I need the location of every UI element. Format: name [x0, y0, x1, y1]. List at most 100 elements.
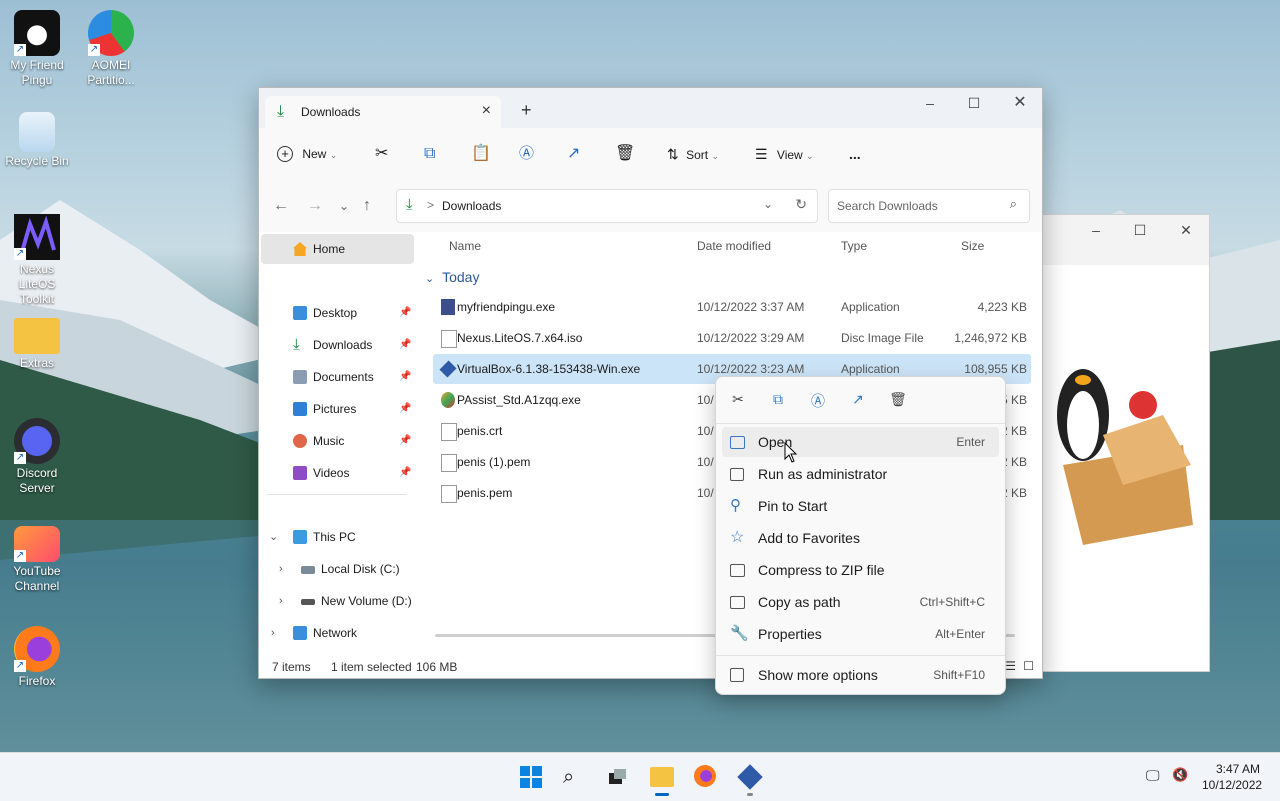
pin-icon: 📌 — [399, 435, 412, 446]
nav-item-pictures[interactable]: Pictures 📌 — [259, 394, 415, 424]
tiles-view-icon[interactable]: ☐ — [1023, 659, 1034, 673]
group-header-today[interactable]: ⌄ Today — [425, 269, 479, 285]
sort-button[interactable]: ⇅ Sort ⌄ — [667, 142, 719, 166]
documents-icon — [293, 370, 307, 384]
back-arrow-icon[interactable]: ← — [273, 197, 289, 215]
recent-locations-chevron-icon[interactable]: ⌄ — [339, 199, 349, 213]
menu-item-run-as-administrator[interactable]: Run as administrator — [722, 459, 999, 489]
nav-item-local-disk-c[interactable]: › Local Disk (C:) — [259, 554, 415, 584]
delete-icon[interactable]: 🗑 — [888, 391, 908, 411]
desktop-icon-discord-server[interactable]: ↗ Discord Server — [2, 418, 72, 496]
nav-item-music[interactable]: Music 📌 — [259, 426, 415, 456]
new-button[interactable]: + New ⌄ — [277, 142, 337, 166]
menu-item-open[interactable]: Open Enter — [722, 427, 999, 457]
close-icon[interactable]: ✕ — [1163, 215, 1209, 245]
nav-item-network[interactable]: › Network — [259, 618, 415, 648]
file-icon — [441, 485, 457, 503]
breadcrumb-downloads[interactable]: Downloads — [442, 199, 501, 213]
copy-icon[interactable]: ⧉ — [424, 142, 435, 166]
address-bar[interactable]: ⤓ > Downloads ⌄ ↻ — [396, 189, 818, 223]
nav-item-documents[interactable]: Documents 📌 — [259, 362, 415, 392]
search-box[interactable]: Search Downloads ⌕ — [828, 189, 1030, 223]
cut-icon[interactable]: ✂ — [375, 142, 388, 166]
desktop-icon-label: Nexus LiteOS Toolkit — [18, 262, 56, 306]
desktop-icon-extras[interactable]: Extras — [2, 318, 72, 371]
maximize-icon[interactable]: ☐ — [1117, 215, 1163, 245]
shortcut-arrow-icon: ↗ — [14, 660, 26, 672]
share-icon[interactable]: ↗ — [567, 142, 580, 166]
chevron-right-icon[interactable]: › — [279, 554, 283, 584]
search-taskbar-icon[interactable]: ⌕ — [563, 765, 587, 789]
network-status-icon[interactable]: 🖵 — [1146, 767, 1160, 784]
forward-arrow-icon[interactable]: → — [307, 197, 323, 215]
background-window[interactable]: – ☐ ✕ — [1042, 214, 1210, 672]
nav-label: Desktop — [313, 306, 358, 320]
desktop-icon-label: Discord Server — [16, 466, 58, 495]
close-tab-icon[interactable]: × — [482, 102, 491, 120]
chevron-right-icon[interactable]: › — [279, 586, 283, 616]
rename-icon[interactable]: Ⓐ — [519, 142, 534, 166]
network-icon — [293, 626, 307, 640]
pin-icon: 📌 — [399, 403, 412, 414]
menu-item-properties[interactable]: 🔧 Properties Alt+Enter — [722, 619, 999, 649]
delete-icon[interactable]: 🗑 — [615, 142, 635, 166]
nav-item-home[interactable]: Home — [261, 234, 414, 264]
menu-item-copy-as-path[interactable]: Copy as path Ctrl+Shift+C — [722, 587, 999, 617]
column-header-type[interactable]: Type — [841, 239, 867, 253]
desktop-icon-aomei[interactable]: ↗ AOMEI Partitio... — [76, 10, 146, 88]
close-button[interactable]: ✕ — [997, 88, 1043, 118]
desktop-icon-youtube-channel[interactable]: ↗ YouTube Channel — [2, 526, 72, 594]
start-button[interactable] — [519, 765, 543, 789]
chevron-down-icon[interactable]: ⌄ — [763, 197, 773, 211]
menu-item-pin-to-start[interactable]: ⚲ Pin to Start — [722, 491, 999, 521]
file-row[interactable]: Nexus.LiteOS.7.x64.iso 10/12/2022 3:29 A… — [433, 323, 1031, 353]
volume-muted-icon[interactable]: 🔇 — [1172, 767, 1188, 783]
nav-item-new-volume-d[interactable]: › New Volume (D:) — [259, 586, 415, 616]
nav-divider — [267, 494, 407, 495]
up-arrow-icon[interactable]: ↑ — [363, 197, 371, 215]
menu-item-compress-to-zip[interactable]: Compress to ZIP file — [722, 555, 999, 585]
column-header-date[interactable]: Date modified — [697, 239, 771, 253]
search-input[interactable]: Search Downloads — [837, 199, 938, 213]
maximize-button[interactable]: ☐ — [951, 88, 997, 118]
refresh-icon[interactable]: ↻ — [795, 196, 807, 213]
firefox-taskbar-icon[interactable] — [694, 765, 718, 789]
chevron-down-icon[interactable]: ⌄ — [269, 522, 278, 552]
more-options-button[interactable]: ... — [849, 142, 861, 166]
nav-item-downloads[interactable]: ⤓ Downloads 📌 — [259, 330, 415, 360]
file-explorer-taskbar-icon[interactable] — [650, 765, 674, 796]
desktop-icon-my-friend-pingu[interactable]: ↗ My Friend Pingu — [2, 10, 72, 88]
nav-item-this-pc[interactable]: ⌄ This PC — [259, 522, 415, 552]
desktop-icon-nexus-toolkit[interactable]: ↗ Nexus LiteOS Toolkit — [2, 214, 72, 307]
desktop-icon-firefox[interactable]: ↗ Firefox — [2, 626, 72, 689]
rename-icon[interactable]: Ⓐ — [808, 391, 828, 411]
file-row[interactable]: myfriendpingu.exe 10/12/2022 3:37 AM App… — [433, 292, 1031, 322]
minimize-icon[interactable]: – — [1073, 215, 1119, 245]
copy-icon[interactable]: ⧉ — [768, 391, 788, 411]
tab-downloads[interactable]: ⤓ Downloads × — [265, 96, 501, 128]
virtualbox-taskbar-icon[interactable] — [737, 764, 763, 796]
task-view-icon[interactable] — [605, 765, 629, 789]
chevron-right-icon[interactable]: › — [271, 618, 275, 648]
desktop-icon-recycle-bin[interactable]: Recycle Bin — [2, 112, 72, 169]
menu-item-shortcut: Shift+F10 — [933, 668, 985, 682]
column-header-size[interactable]: Size — [961, 239, 984, 253]
active-app-indicator — [655, 793, 669, 796]
column-header-name[interactable]: Name — [449, 239, 481, 253]
address-row: ← → ⌄ ↑ ⤓ > Downloads ⌄ ↻ Search Downloa… — [259, 180, 1042, 232]
nav-item-desktop[interactable]: Desktop 📌 — [259, 298, 415, 328]
share-icon[interactable]: ↗ — [848, 391, 868, 411]
menu-item-add-to-favorites[interactable]: ☆ Add to Favorites — [722, 523, 999, 553]
details-view-icon[interactable]: ☰ — [1005, 659, 1016, 673]
view-button[interactable]: ☰ View ⌄ — [755, 142, 814, 166]
paste-icon[interactable]: 📋 — [471, 142, 491, 166]
file-date: 10/ — [697, 455, 714, 469]
clock-date[interactable]: 10/12/2022 — [1202, 778, 1262, 792]
new-tab-button[interactable]: + — [521, 100, 532, 121]
minimize-button[interactable]: – — [907, 88, 953, 118]
menu-item-show-more-options[interactable]: Show more options Shift+F10 — [722, 660, 999, 690]
clock-time[interactable]: 3:47 AM — [1216, 762, 1260, 776]
menu-item-label: Pin to Start — [758, 498, 828, 514]
nav-item-videos[interactable]: Videos 📌 — [259, 458, 415, 488]
cut-icon[interactable]: ✂ — [728, 391, 748, 411]
